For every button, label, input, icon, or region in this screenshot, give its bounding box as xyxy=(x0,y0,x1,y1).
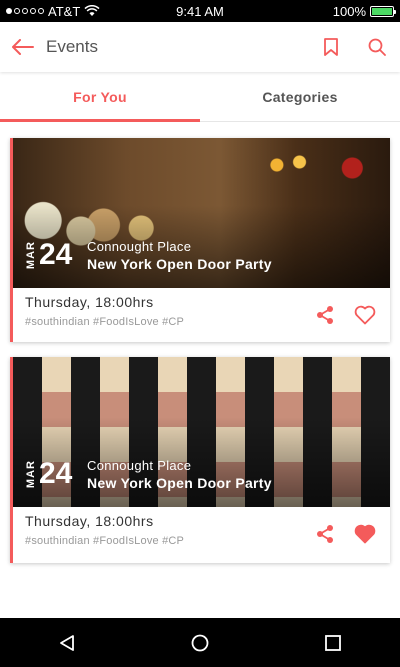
status-right: 100% xyxy=(332,3,396,19)
signal-strength-icon xyxy=(6,8,44,14)
like-button[interactable] xyxy=(352,302,378,328)
battery-icon xyxy=(370,5,396,17)
circle-home-icon xyxy=(191,634,209,651)
event-date: MAR 24 xyxy=(25,459,72,489)
battery-level xyxy=(372,7,392,15)
event-month: MAR xyxy=(25,240,37,270)
heart-filled-icon xyxy=(354,524,376,544)
card-actions xyxy=(312,302,378,328)
event-date: MAR 24 xyxy=(25,240,72,270)
event-location: Connought Place xyxy=(87,458,192,473)
share-button[interactable] xyxy=(312,302,338,328)
like-button[interactable] xyxy=(352,521,378,547)
back-button[interactable] xyxy=(0,22,46,72)
event-month: MAR xyxy=(25,459,37,489)
battery-percent: 100% xyxy=(332,3,366,19)
tab-bar: For You Categories xyxy=(0,72,400,122)
app-bar: Events xyxy=(0,22,400,72)
search-icon xyxy=(368,38,386,56)
bookmark-icon xyxy=(324,38,338,56)
event-day: 24 xyxy=(39,457,73,490)
event-card[interactable]: MAR 24 Connought Place New York Open Doo… xyxy=(10,138,390,342)
square-recents-icon xyxy=(325,634,342,651)
card-footer: Thursday, 18:00hrs #southindian #FoodIsL… xyxy=(13,507,390,561)
tab-categories[interactable]: Categories xyxy=(200,72,400,121)
nav-recents-button[interactable] xyxy=(303,618,363,667)
bookmark-button[interactable] xyxy=(308,22,354,72)
event-info: Connought Place New York Open Door Party xyxy=(87,239,272,272)
event-name: New York Open Door Party xyxy=(87,475,272,491)
share-button[interactable] xyxy=(312,521,338,547)
wifi-icon xyxy=(84,5,100,16)
status-left: AT&T xyxy=(6,4,100,19)
card-actions xyxy=(312,521,378,547)
carrier-name: AT&T xyxy=(48,3,81,19)
status-bar: AT&T 9:41 AM 100% xyxy=(0,0,400,22)
event-image[interactable]: MAR 24 Connought Place New York Open Doo… xyxy=(13,138,390,288)
system-nav-bar xyxy=(0,618,400,667)
event-image[interactable]: MAR 24 Connought Place New York Open Doo… xyxy=(13,357,390,507)
share-icon xyxy=(317,306,333,324)
triangle-back-icon xyxy=(59,634,74,651)
search-button[interactable] xyxy=(354,22,400,72)
card-footer: Thursday, 18:00hrs #southindian #FoodIsL… xyxy=(13,288,390,342)
event-location: Connought Place xyxy=(87,239,192,254)
heart-outline-icon xyxy=(354,305,376,325)
page-title: Events xyxy=(46,37,98,56)
event-card[interactable]: MAR 24 Connought Place New York Open Doo… xyxy=(10,357,390,563)
tab-for-you[interactable]: For You xyxy=(0,72,200,122)
event-day: 24 xyxy=(39,238,73,271)
share-icon xyxy=(317,525,333,543)
event-name: New York Open Door Party xyxy=(87,256,272,272)
back-arrow-icon xyxy=(12,39,34,55)
event-info: Connought Place New York Open Door Party xyxy=(87,458,272,491)
nav-back-button[interactable] xyxy=(37,618,97,667)
nav-home-button[interactable] xyxy=(170,618,230,667)
